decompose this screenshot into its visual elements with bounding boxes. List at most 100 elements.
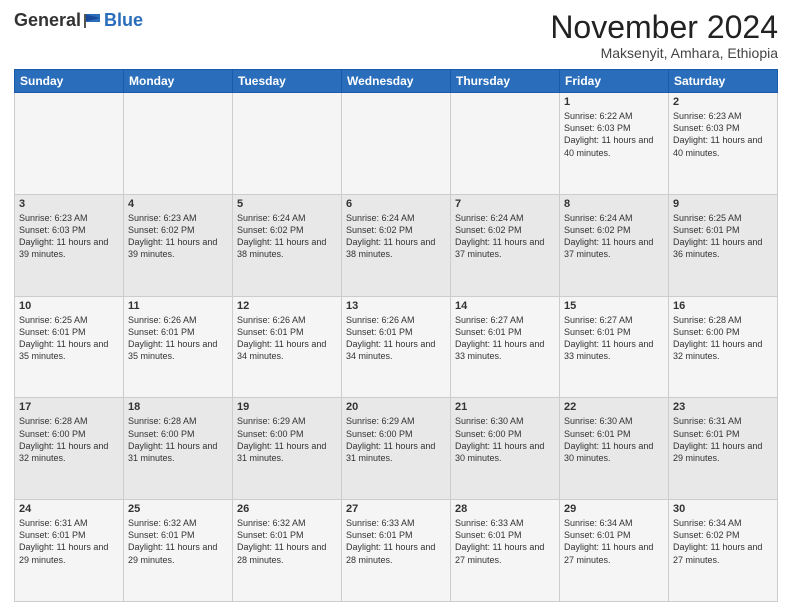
logo: General Blue bbox=[14, 10, 143, 31]
day-info: Sunrise: 6:28 AM Sunset: 6:00 PM Dayligh… bbox=[19, 415, 119, 464]
weekday-header-wednesday: Wednesday bbox=[342, 70, 451, 93]
day-info: Sunrise: 6:22 AM Sunset: 6:03 PM Dayligh… bbox=[564, 110, 664, 159]
day-number: 26 bbox=[237, 503, 337, 515]
day-info: Sunrise: 6:31 AM Sunset: 6:01 PM Dayligh… bbox=[19, 517, 119, 566]
calendar-cell: 30 Sunrise: 6:34 AM Sunset: 6:02 PM Dayli… bbox=[669, 500, 778, 602]
day-info: Sunrise: 6:34 AM Sunset: 6:02 PM Dayligh… bbox=[673, 517, 773, 566]
calendar-week-4: 17 Sunrise: 6:28 AM Sunset: 6:00 PM Dayli… bbox=[15, 398, 778, 500]
day-info: Sunrise: 6:32 AM Sunset: 6:01 PM Dayligh… bbox=[128, 517, 228, 566]
header: General Blue November 2024 Maksenyit, Am… bbox=[14, 10, 778, 61]
calendar-cell: 23Sunrise: 6:31 AM Sunset: 6:01 PM Dayli… bbox=[669, 398, 778, 500]
day-number: 1 bbox=[564, 96, 664, 108]
day-number: 24 bbox=[19, 503, 119, 515]
weekday-header-thursday: Thursday bbox=[451, 70, 560, 93]
day-info: Sunrise: 6:23 AM Sunset: 6:03 PM Dayligh… bbox=[19, 212, 119, 261]
calendar-cell: 25 Sunrise: 6:32 AM Sunset: 6:01 PM Dayli… bbox=[124, 500, 233, 602]
calendar-cell: 15 Sunrise: 6:27 AM Sunset: 6:01 PM Dayli… bbox=[560, 296, 669, 398]
day-number: 11 bbox=[128, 300, 228, 312]
calendar-cell: 26 Sunrise: 6:32 AM Sunset: 6:01 PM Dayli… bbox=[233, 500, 342, 602]
calendar-cell: 8 Sunrise: 6:24 AM Sunset: 6:02 PM Daylig… bbox=[560, 194, 669, 296]
calendar-cell bbox=[15, 93, 124, 195]
day-info: Sunrise: 6:29 AM Sunset: 6:00 PM Dayligh… bbox=[237, 415, 337, 464]
logo-flag-icon bbox=[82, 12, 104, 30]
calendar-cell: 19 Sunrise: 6:29 AM Sunset: 6:00 PM Dayli… bbox=[233, 398, 342, 500]
day-info: Sunrise: 6:33 AM Sunset: 6:01 PM Dayligh… bbox=[455, 517, 555, 566]
day-info: Sunrise: 6:28 AM Sunset: 6:00 PM Dayligh… bbox=[673, 314, 773, 363]
day-number: 22 bbox=[564, 401, 664, 413]
day-number: 18 bbox=[128, 401, 228, 413]
calendar-cell: 16Sunrise: 6:28 AM Sunset: 6:00 PM Dayli… bbox=[669, 296, 778, 398]
day-number: 3 bbox=[19, 198, 119, 210]
calendar-cell: 10 Sunrise: 6:25 AM Sunset: 6:01 PM Dayli… bbox=[15, 296, 124, 398]
day-info: Sunrise: 6:24 AM Sunset: 6:02 PM Dayligh… bbox=[564, 212, 664, 261]
day-number: 5 bbox=[237, 198, 337, 210]
day-info: Sunrise: 6:26 AM Sunset: 6:01 PM Dayligh… bbox=[128, 314, 228, 363]
day-number: 2 bbox=[673, 96, 773, 108]
day-number: 19 bbox=[237, 401, 337, 413]
calendar-cell: 17 Sunrise: 6:28 AM Sunset: 6:00 PM Dayli… bbox=[15, 398, 124, 500]
day-number: 15 bbox=[564, 300, 664, 312]
calendar-cell: 28 Sunrise: 6:33 AM Sunset: 6:01 PM Dayli… bbox=[451, 500, 560, 602]
day-info: Sunrise: 6:25 AM Sunset: 6:01 PM Dayligh… bbox=[673, 212, 773, 261]
day-number: 7 bbox=[455, 198, 555, 210]
calendar-week-3: 10 Sunrise: 6:25 AM Sunset: 6:01 PM Dayli… bbox=[15, 296, 778, 398]
calendar-cell: 3 Sunrise: 6:23 AM Sunset: 6:03 PM Daylig… bbox=[15, 194, 124, 296]
calendar-cell: 21 Sunrise: 6:30 AM Sunset: 6:00 PM Dayli… bbox=[451, 398, 560, 500]
day-info: Sunrise: 6:33 AM Sunset: 6:01 PM Dayligh… bbox=[346, 517, 446, 566]
weekday-header-monday: Monday bbox=[124, 70, 233, 93]
calendar-cell: 9Sunrise: 6:25 AM Sunset: 6:01 PM Daylig… bbox=[669, 194, 778, 296]
calendar-cell: 29 Sunrise: 6:34 AM Sunset: 6:01 PM Dayli… bbox=[560, 500, 669, 602]
day-number: 6 bbox=[346, 198, 446, 210]
calendar-cell: 5Sunrise: 6:24 AM Sunset: 6:02 PM Daylig… bbox=[233, 194, 342, 296]
day-info: Sunrise: 6:24 AM Sunset: 6:02 PM Dayligh… bbox=[455, 212, 555, 261]
day-number: 27 bbox=[346, 503, 446, 515]
day-info: Sunrise: 6:23 AM Sunset: 6:03 PM Dayligh… bbox=[673, 110, 773, 159]
day-number: 20 bbox=[346, 401, 446, 413]
title-section: November 2024 Maksenyit, Amhara, Ethiopi… bbox=[550, 10, 778, 61]
day-number: 17 bbox=[19, 401, 119, 413]
calendar-cell: 1 Sunrise: 6:22 AM Sunset: 6:03 PM Daylig… bbox=[560, 93, 669, 195]
day-number: 10 bbox=[19, 300, 119, 312]
day-info: Sunrise: 6:24 AM Sunset: 6:02 PM Dayligh… bbox=[346, 212, 446, 261]
weekday-header-tuesday: Tuesday bbox=[233, 70, 342, 93]
calendar-cell: 22 Sunrise: 6:30 AM Sunset: 6:01 PM Dayli… bbox=[560, 398, 669, 500]
calendar-cell: 20Sunrise: 6:29 AM Sunset: 6:00 PM Dayli… bbox=[342, 398, 451, 500]
day-info: Sunrise: 6:28 AM Sunset: 6:00 PM Dayligh… bbox=[128, 415, 228, 464]
day-info: Sunrise: 6:30 AM Sunset: 6:01 PM Dayligh… bbox=[564, 415, 664, 464]
calendar-week-2: 3 Sunrise: 6:23 AM Sunset: 6:03 PM Daylig… bbox=[15, 194, 778, 296]
weekday-header-row: SundayMondayTuesdayWednesdayThursdayFrid… bbox=[15, 70, 778, 93]
day-info: Sunrise: 6:26 AM Sunset: 6:01 PM Dayligh… bbox=[346, 314, 446, 363]
location-subtitle: Maksenyit, Amhara, Ethiopia bbox=[550, 45, 778, 61]
calendar-week-5: 24 Sunrise: 6:31 AM Sunset: 6:01 PM Dayli… bbox=[15, 500, 778, 602]
logo-text: General Blue bbox=[14, 10, 143, 31]
day-info: Sunrise: 6:32 AM Sunset: 6:01 PM Dayligh… bbox=[237, 517, 337, 566]
calendar-cell: 14Sunrise: 6:27 AM Sunset: 6:01 PM Dayli… bbox=[451, 296, 560, 398]
calendar-cell: 27 Sunrise: 6:33 AM Sunset: 6:01 PM Dayli… bbox=[342, 500, 451, 602]
calendar-cell: 11 Sunrise: 6:26 AM Sunset: 6:01 PM Dayli… bbox=[124, 296, 233, 398]
day-info: Sunrise: 6:30 AM Sunset: 6:00 PM Dayligh… bbox=[455, 415, 555, 464]
calendar-cell: 2 Sunrise: 6:23 AM Sunset: 6:03 PM Daylig… bbox=[669, 93, 778, 195]
day-info: Sunrise: 6:26 AM Sunset: 6:01 PM Dayligh… bbox=[237, 314, 337, 363]
day-number: 28 bbox=[455, 503, 555, 515]
calendar-cell: 13Sunrise: 6:26 AM Sunset: 6:01 PM Dayli… bbox=[342, 296, 451, 398]
day-info: Sunrise: 6:27 AM Sunset: 6:01 PM Dayligh… bbox=[564, 314, 664, 363]
calendar-cell: 4 Sunrise: 6:23 AM Sunset: 6:02 PM Daylig… bbox=[124, 194, 233, 296]
month-title: November 2024 bbox=[550, 10, 778, 45]
calendar-cell: 12Sunrise: 6:26 AM Sunset: 6:01 PM Dayli… bbox=[233, 296, 342, 398]
day-number: 4 bbox=[128, 198, 228, 210]
day-info: Sunrise: 6:25 AM Sunset: 6:01 PM Dayligh… bbox=[19, 314, 119, 363]
day-number: 29 bbox=[564, 503, 664, 515]
day-number: 14 bbox=[455, 300, 555, 312]
calendar-table: SundayMondayTuesdayWednesdayThursdayFrid… bbox=[14, 69, 778, 602]
day-number: 21 bbox=[455, 401, 555, 413]
calendar-cell: 6 Sunrise: 6:24 AM Sunset: 6:02 PM Daylig… bbox=[342, 194, 451, 296]
weekday-header-sunday: Sunday bbox=[15, 70, 124, 93]
calendar-week-1: 1 Sunrise: 6:22 AM Sunset: 6:03 PM Daylig… bbox=[15, 93, 778, 195]
day-number: 30 bbox=[673, 503, 773, 515]
day-number: 8 bbox=[564, 198, 664, 210]
day-info: Sunrise: 6:34 AM Sunset: 6:01 PM Dayligh… bbox=[564, 517, 664, 566]
day-info: Sunrise: 6:23 AM Sunset: 6:02 PM Dayligh… bbox=[128, 212, 228, 261]
day-number: 25 bbox=[128, 503, 228, 515]
calendar-cell bbox=[233, 93, 342, 195]
logo-general: General bbox=[14, 10, 81, 31]
